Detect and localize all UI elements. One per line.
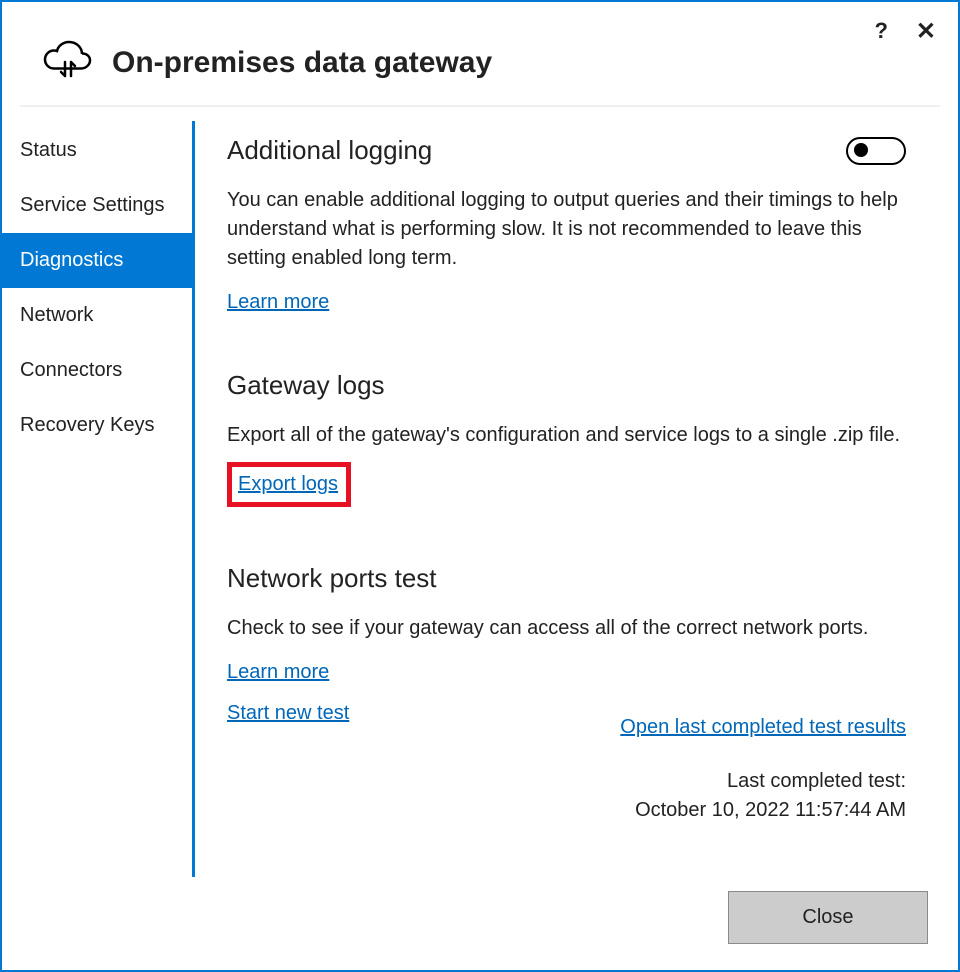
app-body: Status Service Settings Diagnostics Netw… xyxy=(2,107,958,877)
section-gateway-logs: Gateway logs Export all of the gateway's… xyxy=(227,370,906,507)
app-header: On-premises data gateway xyxy=(2,38,958,105)
export-logs-link[interactable]: Export logs xyxy=(238,473,338,496)
cloud-gateway-icon xyxy=(42,38,94,87)
additional-logging-title: Additional logging xyxy=(227,135,432,166)
sidebar-item-connectors[interactable]: Connectors xyxy=(2,343,192,398)
additional-logging-description: You can enable additional logging to out… xyxy=(227,186,906,273)
additional-logging-toggle[interactable] xyxy=(846,137,906,165)
start-new-test-link[interactable]: Start new test xyxy=(227,702,349,725)
app-window: ? ✕ On-premises data gateway Status Serv… xyxy=(0,0,960,972)
close-button[interactable]: Close xyxy=(728,891,928,944)
last-completed-test: Last completed test: October 10, 2022 11… xyxy=(227,767,906,825)
network-test-learn-more-link[interactable]: Learn more xyxy=(227,661,329,684)
last-completed-test-label: Last completed test: xyxy=(227,767,906,796)
sidebar-item-recovery-keys[interactable]: Recovery Keys xyxy=(2,398,192,453)
export-logs-highlight: Export logs xyxy=(227,462,351,507)
gateway-logs-title: Gateway logs xyxy=(227,370,906,401)
sidebar: Status Service Settings Diagnostics Netw… xyxy=(2,121,192,877)
footer: Close xyxy=(2,877,958,970)
content: Additional logging You can enable additi… xyxy=(192,121,940,877)
section-network-ports-test: Network ports test Check to see if your … xyxy=(227,563,906,825)
gateway-logs-description: Export all of the gateway's configuratio… xyxy=(227,421,906,450)
network-test-actions: Start new test Open last completed test … xyxy=(227,702,906,739)
sidebar-item-network[interactable]: Network xyxy=(2,288,192,343)
open-last-results-link[interactable]: Open last completed test results xyxy=(620,716,906,739)
section-additional-logging: Additional logging You can enable additi… xyxy=(227,135,906,314)
sidebar-item-service-settings[interactable]: Service Settings xyxy=(2,178,192,233)
sidebar-item-status[interactable]: Status xyxy=(2,123,192,178)
additional-logging-learn-more-link[interactable]: Learn more xyxy=(227,291,329,314)
last-completed-test-value: October 10, 2022 11:57:44 AM xyxy=(227,796,906,825)
sidebar-item-diagnostics[interactable]: Diagnostics xyxy=(2,233,192,288)
app-title: On-premises data gateway xyxy=(112,46,492,80)
network-test-title: Network ports test xyxy=(227,563,906,594)
network-test-description: Check to see if your gateway can access … xyxy=(227,614,906,643)
